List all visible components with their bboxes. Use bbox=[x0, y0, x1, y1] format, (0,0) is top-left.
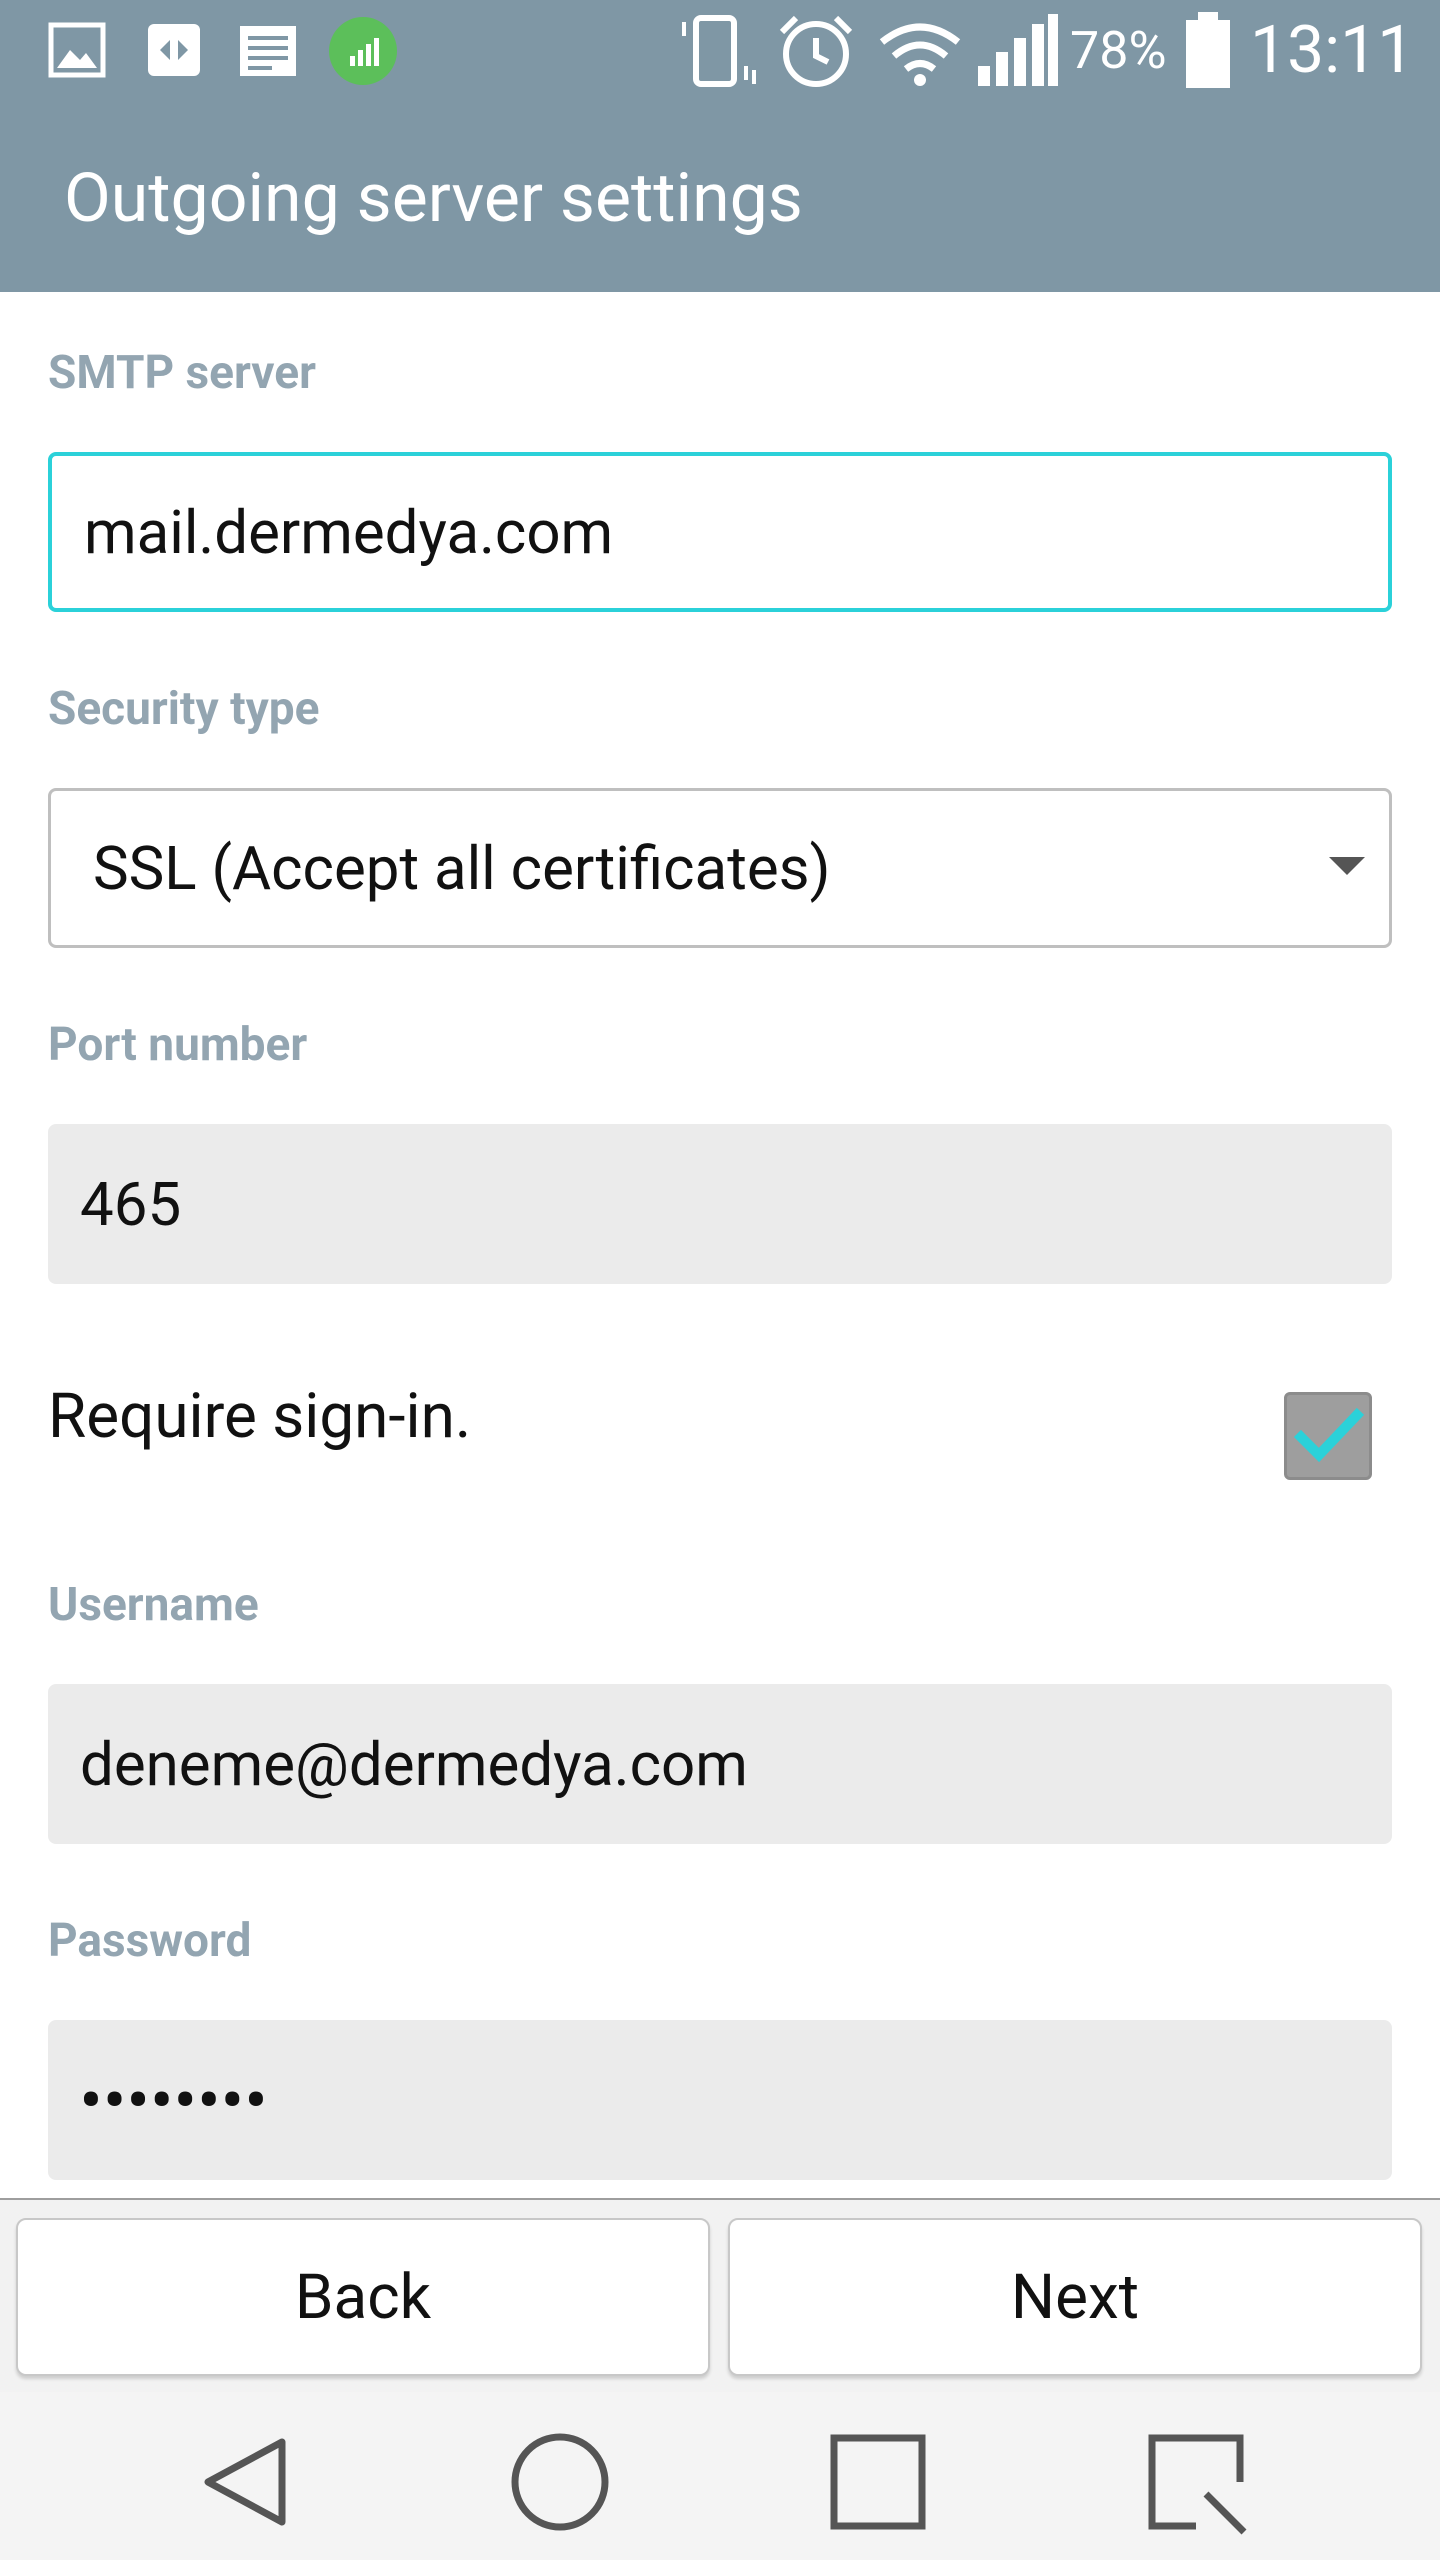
smtp-server-value: mail.dermedya.com bbox=[84, 496, 614, 568]
home-icon[interactable] bbox=[500, 2422, 620, 2542]
require-signin-label: Require sign-in. bbox=[48, 1380, 472, 1453]
security-type-dropdown[interactable]: SSL (Accept all certificates) bbox=[48, 788, 1392, 948]
password-label: Password bbox=[48, 1914, 252, 1968]
image-icon bbox=[48, 22, 106, 78]
page-title: Outgoing server settings bbox=[64, 158, 803, 238]
smtp-server-label: SMTP server bbox=[48, 346, 316, 400]
status-bar: 78% 13:11 bbox=[0, 0, 1440, 100]
button-bar: Back Next bbox=[0, 2198, 1440, 2394]
password-value: •••••••• bbox=[80, 2064, 269, 2136]
cell-signal-icon bbox=[978, 14, 1058, 86]
username-input[interactable]: deneme@dermedya.com bbox=[48, 1684, 1392, 1844]
battery-percent: 78% bbox=[1070, 20, 1167, 81]
port-number-value: 465 bbox=[80, 1168, 182, 1240]
document-icon bbox=[240, 26, 296, 76]
vibrate-icon bbox=[682, 15, 756, 87]
dropdown-arrow-icon bbox=[1329, 857, 1365, 875]
username-value: deneme@dermedya.com bbox=[80, 1728, 748, 1800]
back-button[interactable]: Back bbox=[16, 2218, 710, 2376]
smtp-server-input[interactable]: mail.dermedya.com bbox=[48, 452, 1392, 612]
security-type-value: SSL (Accept all certificates) bbox=[93, 832, 831, 904]
clock: 13:11 bbox=[1250, 12, 1415, 89]
port-number-label: Port number bbox=[48, 1018, 308, 1072]
quick-memo-icon[interactable] bbox=[1136, 2422, 1256, 2542]
alarm-icon bbox=[779, 15, 853, 87]
flipboard-icon bbox=[148, 24, 200, 76]
password-input[interactable]: •••••••• bbox=[48, 2020, 1392, 2180]
recents-icon[interactable] bbox=[818, 2422, 938, 2542]
checkmark-icon bbox=[1293, 1407, 1365, 1463]
next-button[interactable]: Next bbox=[728, 2218, 1422, 2376]
signal-app-icon bbox=[329, 17, 397, 85]
navigation-bar bbox=[0, 2392, 1440, 2560]
port-number-input[interactable]: 465 bbox=[48, 1124, 1392, 1284]
back-icon[interactable] bbox=[190, 2422, 310, 2542]
require-signin-checkbox[interactable] bbox=[1284, 1392, 1372, 1480]
security-type-label: Security type bbox=[48, 682, 320, 736]
wifi-icon bbox=[879, 23, 961, 86]
battery-icon bbox=[1186, 12, 1230, 88]
header: 78% 13:11 Outgoing server settings bbox=[0, 0, 1440, 292]
username-label: Username bbox=[48, 1578, 259, 1632]
